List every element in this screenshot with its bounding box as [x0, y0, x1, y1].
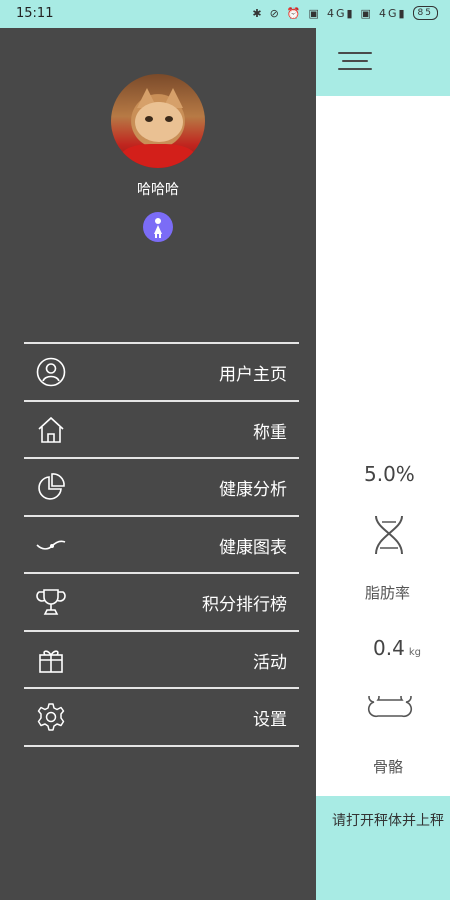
dna-icon — [375, 515, 403, 555]
bone-value-row: 0.4 kg — [373, 636, 421, 660]
fat-rate-label: 脂肪率 — [365, 584, 411, 602]
female-icon — [154, 218, 162, 238]
hamburger-menu-icon[interactable] — [338, 50, 374, 72]
menu-item-label: 积分排行榜 — [202, 595, 287, 615]
menu-item-label: 用户主页 — [219, 365, 287, 385]
menu-item-label: 健康分析 — [219, 480, 287, 500]
menu-item-weigh[interactable]: 称重 — [24, 402, 299, 459]
curve-chart-icon — [36, 539, 66, 550]
hd-icon: ▣ — [308, 6, 321, 20]
main-bottom-bar: 请打开秤体并上秤 — [316, 796, 450, 900]
network-label: 4G — [378, 6, 399, 20]
menu-item-label: 设置 — [253, 710, 287, 730]
gift-icon — [39, 649, 63, 673]
bone-label: 骨骼 — [373, 758, 404, 776]
menu-item-health-analysis[interactable]: 健康分析 — [24, 459, 299, 517]
bone-icon — [367, 696, 413, 718]
menu-item-label: 称重 — [253, 422, 287, 443]
gear-icon — [37, 703, 65, 731]
network-label: 4G — [326, 6, 347, 20]
menu-item-user-home[interactable]: 用户主页 — [24, 344, 299, 402]
home-icon — [38, 416, 64, 443]
status-time: 15:11 — [16, 6, 54, 21]
battery-icon: 85 — [412, 6, 438, 20]
4g-signal-icon: 4G▮ — [326, 6, 355, 20]
menu-item-leaderboard[interactable]: 积分排行榜 — [24, 574, 299, 632]
menu-item-activity[interactable]: 活动 — [24, 632, 299, 689]
4g-signal-icon: 4G▮ — [378, 6, 407, 20]
hd-icon: ▣ — [360, 6, 373, 20]
menu-item-label: 活动 — [253, 652, 287, 673]
status-bar: 15:11 ✱ ⊘ ⏰ ▣ 4G▮ ▣ 4G▮ 85 — [0, 0, 450, 28]
fat-rate-value: 5.0% — [364, 462, 415, 486]
alarm-icon: ⏰ — [286, 6, 303, 20]
bluetooth-icon: ✱ — [252, 6, 264, 20]
drawer-menu: 用户主页 称重 健康分析 健康图表 积分排行榜 活动 设置 — [24, 342, 299, 747]
avatar[interactable] — [111, 74, 205, 168]
user-icon — [36, 357, 66, 387]
main-content: 5.0% 脂肪率 0.4 kg 骨骼 — [316, 96, 450, 796]
menu-item-health-chart[interactable]: 健康图表 — [24, 517, 299, 574]
bone-unit: kg — [408, 647, 421, 658]
menu-item-label: 健康图表 — [219, 537, 287, 558]
main-header — [316, 28, 450, 96]
menu-item-settings[interactable]: 设置 — [24, 689, 299, 747]
navigation-drawer: 哈哈哈 用户主页 称重 健康分析 健康图表 积分排行榜 活动 设置 — [0, 28, 316, 900]
status-icons: ✱ ⊘ ⏰ ▣ 4G▮ ▣ 4G▮ 85 — [252, 6, 438, 20]
scale-tip: 请打开秤体并上秤 — [332, 813, 444, 829]
mute-icon: ⊘ — [269, 6, 281, 20]
gender-badge — [143, 212, 173, 242]
pie-chart-icon — [38, 473, 65, 500]
username: 哈哈哈 — [137, 182, 179, 198]
bone-value: 0.4 — [373, 636, 405, 660]
trophy-icon — [36, 589, 66, 615]
